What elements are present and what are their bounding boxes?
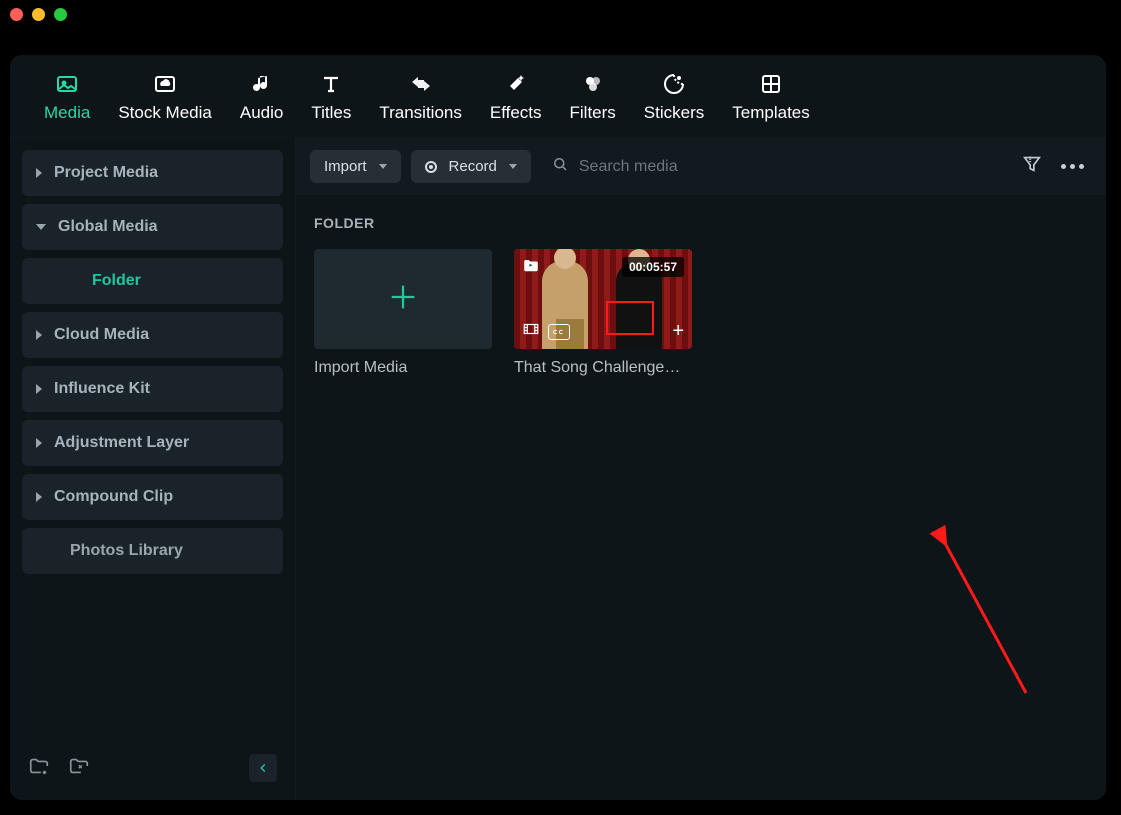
media-clip-thumb: 00:05:57 + (514, 249, 692, 349)
search-wrap (541, 155, 1011, 178)
music-icon (249, 71, 275, 97)
tab-transitions[interactable]: Transitions (379, 71, 462, 123)
tab-filters[interactable]: Filters (570, 71, 616, 123)
annotation-arrow (944, 543, 1064, 718)
maximize-window[interactable] (54, 8, 67, 21)
content-toolbar: Import Record (296, 138, 1106, 195)
sidebar-item-label: Adjustment Layer (54, 434, 189, 452)
chevron-right-icon (36, 384, 42, 394)
tab-label: Stickers (644, 103, 704, 123)
import-media-thumb (314, 249, 492, 349)
search-icon (551, 155, 569, 178)
tab-label: Titles (311, 103, 351, 123)
sticker-icon (661, 71, 687, 97)
tab-templates[interactable]: Templates (732, 71, 809, 123)
sidebar-item-label: Influence Kit (54, 380, 150, 398)
circles-icon (580, 71, 606, 97)
content-body: FOLDER Import Media (296, 195, 1106, 800)
sidebar-item-compound-clip[interactable]: Compound Clip (22, 474, 283, 520)
chevron-down-icon (379, 164, 387, 169)
sidebar-item-influence-kit[interactable]: Influence Kit (22, 366, 283, 412)
cloud-image-icon (152, 71, 178, 97)
window-traffic-lights (10, 8, 67, 21)
sidebar-item-label: Compound Clip (54, 488, 173, 506)
sidebar-item-project-media[interactable]: Project Media (22, 150, 283, 196)
close-window[interactable] (10, 8, 23, 21)
sidebar-item-global-media[interactable]: Global Media (22, 204, 283, 250)
filmstrip-icon[interactable] (522, 320, 540, 343)
duration-badge: 00:05:57 (622, 257, 684, 277)
collapse-sidebar-button[interactable] (249, 754, 277, 782)
sidebar-item-label: Project Media (54, 164, 158, 182)
tab-titles[interactable]: Titles (311, 71, 351, 123)
sidebar-item-adjustment-layer[interactable]: Adjustment Layer (22, 420, 283, 466)
swap-icon (408, 71, 434, 97)
plus-icon (386, 280, 420, 319)
import-dropdown[interactable]: Import (310, 150, 401, 183)
chevron-right-icon (36, 438, 42, 448)
record-label: Record (449, 158, 497, 175)
content-panel: Import Record (295, 138, 1106, 800)
sidebar-item-cloud-media[interactable]: Cloud Media (22, 312, 283, 358)
new-folder-icon[interactable] (28, 755, 50, 782)
chevron-down-icon (509, 164, 517, 169)
section-title: FOLDER (314, 215, 1088, 231)
chevron-right-icon (36, 168, 42, 178)
tab-stickers[interactable]: Stickers (644, 71, 704, 123)
chevron-down-icon (36, 224, 46, 230)
filter-icon[interactable] (1021, 153, 1043, 180)
sparkle-icon (503, 71, 529, 97)
import-media-card[interactable]: Import Media (314, 249, 492, 377)
sidebar-item-folder[interactable]: Folder (22, 258, 283, 304)
sidebar-item-label: Folder (92, 272, 141, 290)
delete-folder-icon[interactable] (68, 755, 90, 782)
tab-label: Stock Media (118, 103, 212, 123)
tab-label: Effects (490, 103, 542, 123)
caption-icon[interactable] (548, 324, 570, 340)
folder-icon (522, 257, 540, 280)
tab-label: Transitions (379, 103, 462, 123)
record-dropdown[interactable]: Record (411, 150, 531, 183)
minimize-window[interactable] (32, 8, 45, 21)
more-menu[interactable] (1061, 164, 1084, 169)
image-icon (54, 71, 80, 97)
main-area: Project Media Global Media Folder Cloud … (10, 138, 1106, 800)
media-clip-card[interactable]: 00:05:57 + (514, 249, 692, 377)
top-tabs: Media Stock Media Audio Titles Transitio… (10, 55, 1106, 138)
record-icon (425, 161, 437, 173)
sidebar-item-photos-library[interactable]: Photos Library (22, 528, 283, 574)
sidebar-footer (22, 748, 283, 788)
grid-icon (758, 71, 784, 97)
app-window: Media Stock Media Audio Titles Transitio… (10, 55, 1106, 800)
chevron-right-icon (36, 492, 42, 502)
media-grid: Import Media 00:05:57 (314, 249, 1088, 377)
media-label: Import Media (314, 359, 492, 377)
sidebar: Project Media Global Media Folder Cloud … (10, 138, 295, 800)
tab-media[interactable]: Media (44, 71, 90, 123)
tab-label: Filters (570, 103, 616, 123)
tab-label: Templates (732, 103, 809, 123)
clip-overlay-icons: + (522, 320, 684, 343)
sidebar-item-label: Global Media (58, 218, 158, 236)
toolbar-right (1021, 153, 1092, 180)
text-icon (318, 71, 344, 97)
add-to-timeline-icon[interactable]: + (672, 320, 684, 343)
tab-audio[interactable]: Audio (240, 71, 283, 123)
sidebar-item-label: Photos Library (70, 542, 183, 560)
sidebar-item-label: Cloud Media (54, 326, 149, 344)
search-input[interactable] (579, 158, 1011, 176)
tab-stock-media[interactable]: Stock Media (118, 71, 212, 123)
tab-effects[interactable]: Effects (490, 71, 542, 123)
tab-label: Audio (240, 103, 283, 123)
tab-label: Media (44, 103, 90, 123)
media-label: That Song Challenge… (514, 359, 692, 377)
chevron-right-icon (36, 330, 42, 340)
import-label: Import (324, 158, 367, 175)
